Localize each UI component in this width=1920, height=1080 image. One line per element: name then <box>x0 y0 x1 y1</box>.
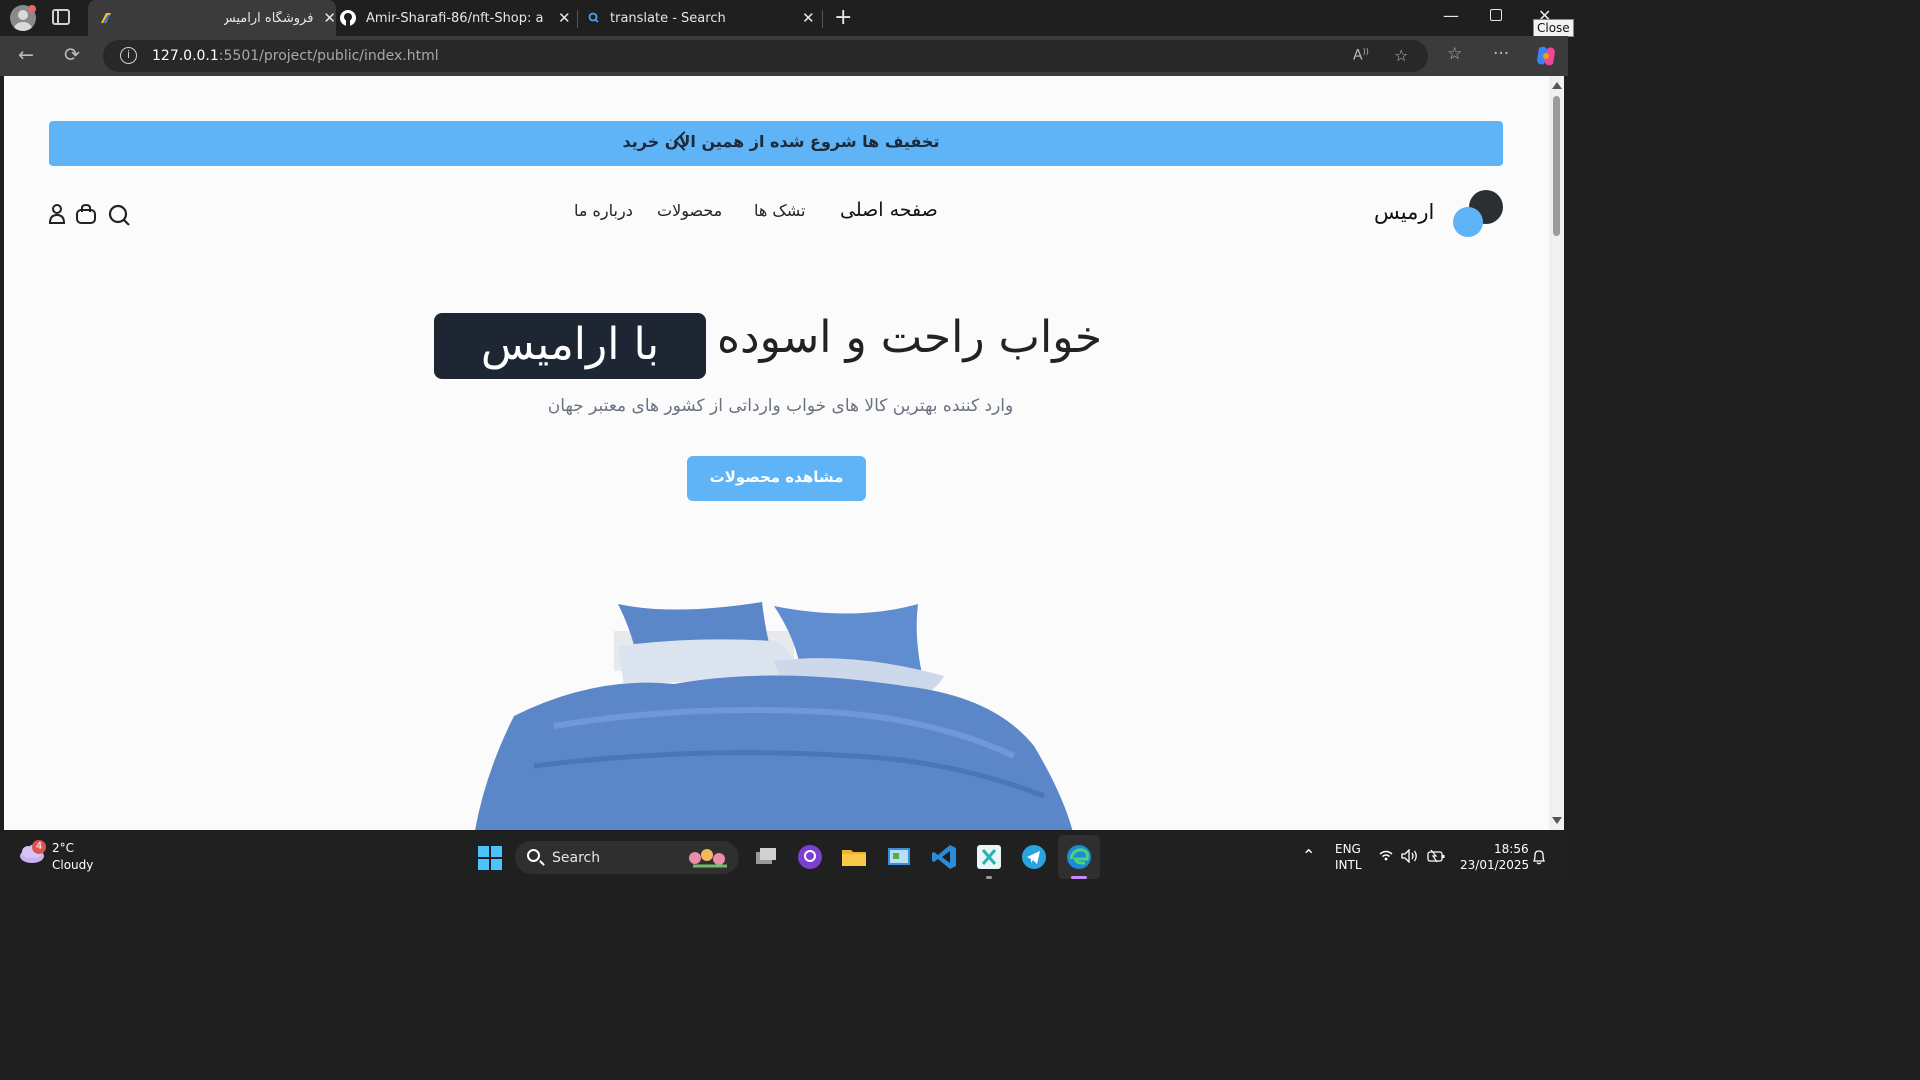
minimize-icon[interactable]: — <box>1443 6 1459 25</box>
running-indicator <box>986 876 992 879</box>
nav-mattresses[interactable]: تشک ها <box>754 201 805 220</box>
promo-text: تخفیف ها شروع شده از همین الان خرید <box>622 132 940 151</box>
file-explorer-icon[interactable] <box>840 843 868 871</box>
hero-title-highlight: با ارامیس <box>434 313 706 379</box>
telegram-icon[interactable] <box>1020 843 1048 871</box>
weather-badge: 4 <box>32 840 46 854</box>
task-view-icon[interactable] <box>752 843 780 871</box>
tab-translate-search[interactable]: translate - Search ✕ <box>586 0 818 36</box>
read-aloud-icon[interactable]: A)) <box>1353 47 1369 64</box>
clock-date[interactable]: 23/01/2025 <box>1460 858 1529 872</box>
notification-bell-icon[interactable] <box>1532 849 1546 868</box>
favorites-icon[interactable]: ☆ <box>1447 44 1462 64</box>
search-highlight-flowers-icon <box>687 846 733 870</box>
profile-notification-dot <box>28 5 36 13</box>
promo-banner[interactable]: تخفیف ها شروع شده از همین الان خرید <box>49 121 1503 166</box>
scroll-down-icon[interactable] <box>1552 817 1562 824</box>
search-icon[interactable] <box>107 203 131 231</box>
tab-title: translate - Search <box>610 10 726 26</box>
address-toolbar: ← ⟳ i 127.0.0.1:5501/project/public/inde… <box>0 36 1568 76</box>
close-tab-icon[interactable]: ✕ <box>323 9 336 27</box>
scroll-up-icon[interactable] <box>1552 82 1562 89</box>
copilot-icon[interactable] <box>1534 44 1558 68</box>
tab-aramis-store[interactable]: فروشگاه ارامیس ✕ <box>88 0 336 36</box>
page-viewport: تخفیف ها شروع شده از همین الان خرید ارمی… <box>4 76 1549 830</box>
github-desktop-icon[interactable] <box>796 843 824 871</box>
close-tab-icon[interactable]: ✕ <box>558 9 571 27</box>
brand-logo-icon[interactable] <box>1453 190 1505 238</box>
reload-icon[interactable]: ⟳ <box>64 44 80 66</box>
temperature[interactable]: 2°C <box>52 841 74 855</box>
taskbar-search-label: Search <box>552 850 601 866</box>
active-indicator <box>1071 876 1087 879</box>
page-scrollbar[interactable] <box>1549 76 1564 830</box>
language-layout[interactable]: INTL <box>1335 858 1362 872</box>
hero-title: خواب راحت و اسوده با ارامیس <box>4 308 1549 388</box>
hero-title-text: خواب راحت و اسوده <box>717 312 1103 363</box>
windows-taskbar: 4 2°C Cloudy Search ⌃ ENG INTL 18:56 23/… <box>0 832 1568 882</box>
hero-subtitle: وارد کننده بهترین کالا های خواب وارداتی … <box>547 396 1014 416</box>
user-icon[interactable] <box>48 203 66 229</box>
shopping-bag-icon[interactable] <box>75 203 97 229</box>
edge-icon[interactable] <box>1065 843 1093 871</box>
close-tab-icon[interactable]: ✕ <box>802 9 815 27</box>
favorite-star-icon[interactable]: ☆ <box>1394 46 1408 65</box>
battery-icon[interactable] <box>1427 849 1445 866</box>
browser-tab-bar: فروشگاه ارامیس ✕ Amir-Sharafi-86/nft-Sho… <box>0 0 1574 37</box>
tab-title: Amir-Sharafi-86/nft-Shop: a shop <box>366 10 546 26</box>
url-text[interactable]: 127.0.0.1:5501/project/public/index.html <box>152 48 439 64</box>
tab-divider <box>822 10 823 28</box>
clock-time[interactable]: 18:56 <box>1494 842 1529 856</box>
wifi-icon[interactable] <box>1379 849 1393 864</box>
view-products-button[interactable]: مشاهده محصولات <box>687 456 866 501</box>
github-favicon-icon <box>340 10 356 26</box>
tab-github-repo[interactable]: Amir-Sharafi-86/nft-Shop: a shop ✕ <box>340 0 575 36</box>
bed-product-image <box>474 596 1074 830</box>
more-menu-icon[interactable]: ··· <box>1493 44 1509 64</box>
windows-start-icon[interactable] <box>478 846 502 870</box>
control-panel-icon[interactable] <box>885 843 913 871</box>
new-tab-icon[interactable]: + <box>834 5 852 30</box>
chevron-up-icon[interactable]: ⌃ <box>1302 846 1315 865</box>
nav-about[interactable]: درباره ما <box>574 201 633 220</box>
site-info-icon[interactable]: i <box>120 47 137 64</box>
volume-icon[interactable] <box>1401 848 1419 866</box>
language-code[interactable]: ENG <box>1335 842 1361 856</box>
nav-home[interactable]: صفحه اصلی <box>840 199 938 221</box>
brand-name[interactable]: ارمیس <box>1374 200 1434 224</box>
restore-icon[interactable] <box>1490 9 1502 21</box>
tab-actions-icon[interactable] <box>52 9 70 25</box>
close-tooltip: Close <box>1533 19 1574 37</box>
search-icon <box>527 849 540 862</box>
scroll-thumb[interactable] <box>1553 96 1560 236</box>
back-arrow-icon[interactable]: ← <box>18 44 34 66</box>
site-favicon-icon <box>98 10 114 26</box>
address-bar[interactable]: i 127.0.0.1:5501/project/public/index.ht… <box>103 40 1428 72</box>
xampp-icon[interactable] <box>975 843 1003 871</box>
tab-title: فروشگاه ارامیس <box>224 10 314 26</box>
weather-condition[interactable]: Cloudy <box>52 858 93 872</box>
bing-search-favicon-icon <box>586 10 602 26</box>
nav-products[interactable]: محصولات <box>657 201 722 220</box>
taskbar-search[interactable]: Search <box>515 841 739 874</box>
tab-divider <box>577 10 578 28</box>
vscode-icon[interactable] <box>930 843 958 871</box>
